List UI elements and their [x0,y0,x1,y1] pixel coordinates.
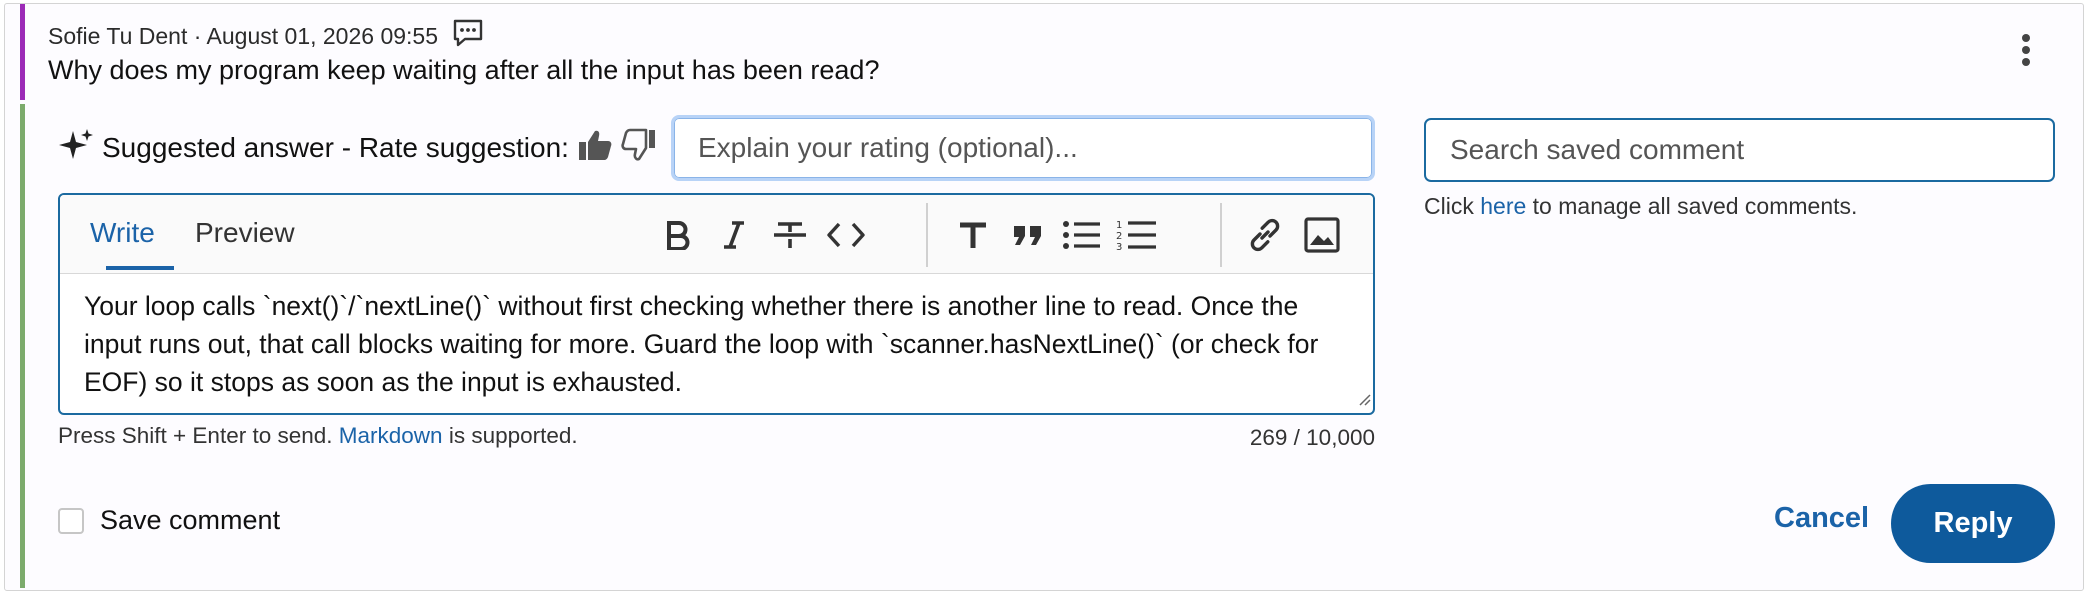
tab-write[interactable]: Write [90,217,155,249]
question-accent-bar [20,4,25,100]
link-icon[interactable] [1243,213,1287,257]
suggestion-label: Suggested answer - Rate suggestion: [102,132,569,163]
more-options-icon[interactable] [2014,30,2038,70]
resize-handle-icon[interactable] [1357,392,1371,411]
bold-icon[interactable] [656,213,700,257]
image-icon[interactable] [1300,213,1344,257]
answer-accent-bar [20,104,25,588]
comment-icon[interactable] [452,18,484,54]
active-tab-indicator [106,266,174,270]
svg-text:1: 1 [1116,220,1122,231]
markdown-link[interactable]: Markdown [339,423,443,448]
rating-explanation-input[interactable] [671,115,1375,181]
reply-editor: Write Preview 123 Your loop calls `next(… [58,193,1375,415]
tab-preview[interactable]: Preview [195,217,295,249]
sparkle-icon [58,127,94,170]
manage-saved-comments-link[interactable]: here [1480,193,1526,219]
save-comment-row: Save comment [58,505,280,536]
suggestion-row: Suggested answer - Rate suggestion: [58,128,657,168]
author-line: Sofie Tu Dent · August 01, 2026 09:55 [48,22,439,49]
heading-icon[interactable] [951,213,995,257]
editor-toolbar: Write Preview 123 [60,195,1373,274]
numbered-list-icon[interactable]: 123 [1115,213,1159,257]
thumbs-down-icon[interactable] [621,128,657,169]
comment-meta: Sofie Tu Dent · August 01, 2026 09:55 [48,18,484,54]
cancel-button[interactable]: Cancel [1774,502,1869,535]
svg-text:3: 3 [1116,242,1122,252]
character-counter: 269 / 10,000 [1249,425,1375,450]
reply-textarea[interactable]: Your loop calls `next()`/`nextLine()` wi… [84,287,1343,401]
markdown-hint: Press Shift + Enter to send. Markdown is… [58,423,578,448]
quote-icon[interactable] [1006,213,1050,257]
thumbs-up-icon[interactable] [577,128,613,169]
code-icon[interactable] [824,213,868,257]
saved-comment-search-input[interactable] [1424,118,2055,182]
reply-button[interactable]: Reply [1891,484,2055,563]
question-text: Why does my program keep waiting after a… [48,55,880,85]
bulleted-list-icon[interactable] [1060,213,1104,257]
strikethrough-icon[interactable] [768,213,812,257]
svg-text:2: 2 [1116,231,1122,242]
save-comment-checkbox[interactable] [58,507,84,534]
manage-saved-comments: Click here to manage all saved comments. [1424,193,1858,219]
save-comment-label[interactable]: Save comment [100,505,280,536]
italic-icon[interactable] [712,213,756,257]
